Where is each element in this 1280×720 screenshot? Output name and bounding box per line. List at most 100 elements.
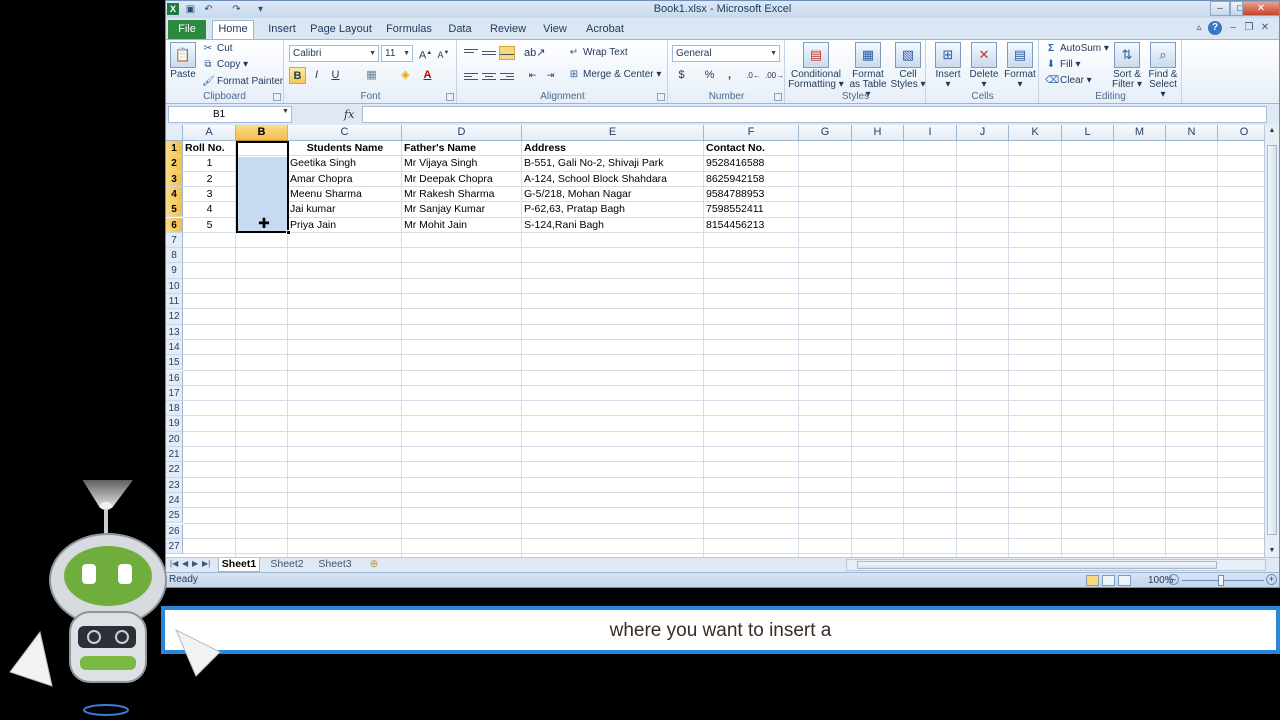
tab-review[interactable]: Review (488, 22, 528, 39)
column-header-c[interactable]: C (288, 125, 402, 141)
column-header-e[interactable]: E (522, 125, 704, 141)
doc-restore-icon[interactable]: ❐ (1242, 21, 1256, 35)
cell-contact-no[interactable]: 8625942158 (706, 172, 797, 187)
cell-address[interactable]: P-62,63, Pratap Bagh (524, 202, 702, 217)
row-header-21[interactable]: 21 (166, 447, 183, 463)
row-header-9[interactable]: 9 (166, 263, 183, 279)
cell-address[interactable]: S-124,Rani Bagh (524, 218, 702, 233)
align-left-icon[interactable] (464, 71, 478, 83)
column-header-b[interactable]: B (236, 125, 288, 141)
row-header-7[interactable]: 7 (166, 232, 183, 249)
cell-roll-no[interactable]: 2 (185, 172, 234, 187)
close-button[interactable]: ✕ (1242, 1, 1279, 16)
zoom-in-icon[interactable]: + (1266, 574, 1277, 585)
tab-formulas[interactable]: Formulas (384, 22, 434, 39)
row-header-18[interactable]: 18 (166, 401, 183, 417)
font-name-select[interactable]: Calibri ▼ (289, 45, 379, 62)
row-header-11[interactable]: 11 (166, 294, 183, 310)
zoom-slider-thumb[interactable] (1218, 575, 1224, 586)
column-header-a[interactable]: A (183, 125, 236, 141)
cut-button[interactable]: ✂ Cut (202, 43, 233, 55)
ribbon-minimize-icon[interactable]: ▵ (1192, 21, 1206, 35)
align-center-icon[interactable] (482, 71, 496, 83)
column-header-n[interactable]: N (1166, 125, 1218, 141)
cell-address[interactable]: B-551, Gali No-2, Shivaji Park (524, 156, 702, 171)
clipboard-launcher-icon[interactable] (273, 93, 281, 101)
orientation-icon[interactable]: ab↗ (524, 45, 545, 62)
row-header-3[interactable]: 3 (166, 171, 183, 187)
middle-align-icon[interactable] (482, 49, 496, 61)
cell-student-name[interactable]: Geetika Singh (290, 156, 400, 171)
header-address[interactable]: Address (524, 141, 702, 156)
worksheet-grid[interactable]: ABCDEFGHIJKLMNO 1 2 3 4 5 6 7 8 9 10 11 12 13 14 15 16 1… (166, 125, 1266, 557)
cell-contact-no[interactable]: 8154456213 (706, 218, 797, 233)
column-header-i[interactable]: I (904, 125, 957, 141)
row-header-12[interactable]: 12 (166, 309, 183, 325)
minimize-button[interactable]: – (1210, 1, 1230, 16)
currency-button[interactable]: $ (673, 67, 690, 84)
insert-function-icon[interactable]: fx (344, 106, 354, 123)
cell-roll-no[interactable]: 1 (185, 156, 234, 171)
fill-color-icon[interactable]: ◈ (397, 67, 414, 84)
bold-button[interactable]: B (289, 67, 306, 84)
row-header-6[interactable]: 6 (166, 217, 183, 233)
tab-insert[interactable]: Insert (262, 22, 302, 39)
cell-student-name[interactable]: Meenu Sharma (290, 187, 400, 202)
decrease-decimal-icon[interactable]: .00→ (765, 67, 784, 84)
font-launcher-icon[interactable] (446, 93, 454, 101)
autosum-button[interactable]: Σ AutoSum ▾ (1045, 43, 1109, 55)
row-header-4[interactable]: 4 (166, 186, 183, 203)
vertical-scrollbar[interactable]: ▲ ▼ (1264, 125, 1279, 557)
paste-button[interactable]: 📋 Paste (169, 42, 197, 80)
tab-acrobat[interactable]: Acrobat (584, 22, 626, 39)
row-header-14[interactable]: 14 (166, 339, 183, 356)
increase-indent-icon[interactable]: ⇥ (542, 67, 559, 84)
column-header-l[interactable]: L (1062, 125, 1114, 141)
column-header-m[interactable]: M (1114, 125, 1166, 141)
cell-father-name[interactable]: Mr Sanjay Kumar (404, 202, 520, 217)
cell-contact-no[interactable]: 7598552411 (706, 202, 797, 217)
row-header-2[interactable]: 2 (166, 156, 183, 172)
decrease-indent-icon[interactable]: ⇤ (524, 67, 541, 84)
sheet-tab-3[interactable]: Sheet3 (314, 558, 356, 572)
top-align-icon[interactable] (464, 47, 478, 59)
copy-button[interactable]: ⧉ Copy ▾ (202, 59, 248, 71)
row-header-20[interactable]: 20 (166, 431, 183, 447)
cell-father-name[interactable]: Mr Rakesh Sharma (404, 187, 520, 202)
underline-button[interactable]: U (327, 67, 344, 84)
select-all-corner[interactable] (166, 125, 183, 141)
row-header-15[interactable]: 15 (166, 355, 183, 371)
name-box-dropdown-icon[interactable]: ▼ (282, 108, 289, 115)
format-painter-button[interactable]: 🖌 Format Painter (202, 76, 283, 88)
cell-roll-no[interactable]: 3 (185, 187, 234, 202)
number-launcher-icon[interactable] (774, 93, 782, 101)
delete-cells-button[interactable]: ✕ Delete ▾ (967, 42, 1001, 90)
fill-handle[interactable] (286, 230, 291, 235)
help-icon[interactable]: ? (1208, 21, 1222, 35)
cell-contact-no[interactable]: 9584788953 (706, 187, 797, 202)
column-header-k[interactable]: K (1009, 125, 1062, 141)
row-header-16[interactable]: 16 (166, 370, 183, 386)
clear-button[interactable]: ⌫Clear ▾ (1045, 75, 1092, 87)
doc-minimize-icon[interactable]: – (1226, 21, 1240, 35)
cell-student-name[interactable]: Priya Jain (290, 218, 400, 233)
header-contact-no[interactable]: Contact No. (706, 141, 797, 156)
horizontal-scroll-thumb[interactable] (857, 561, 1217, 569)
percent-button[interactable]: % (701, 67, 718, 84)
cell-roll-no[interactable]: 5 (185, 218, 234, 233)
row-header-10[interactable]: 10 (166, 278, 183, 294)
zoom-out-icon[interactable]: – (1168, 574, 1179, 585)
tab-file[interactable]: File (168, 20, 206, 39)
cell-roll-no[interactable]: 4 (185, 202, 234, 217)
column-header-d[interactable]: D (402, 125, 522, 141)
doc-close-icon[interactable]: ✕ (1258, 21, 1272, 35)
comma-button[interactable]: , (721, 67, 738, 84)
cell-student-name[interactable]: Amar Chopra (290, 172, 400, 187)
column-header-h[interactable]: H (852, 125, 904, 141)
font-size-select[interactable]: 11 ▼ (381, 45, 413, 62)
row-header-13[interactable]: 13 (166, 324, 183, 340)
cell-father-name[interactable]: Mr Deepak Chopra (404, 172, 520, 187)
cell-contact-no[interactable]: 9528416588 (706, 156, 797, 171)
row-header-19[interactable]: 19 (166, 416, 183, 432)
cell-father-name[interactable]: Mr Vijaya Singh (404, 156, 520, 171)
